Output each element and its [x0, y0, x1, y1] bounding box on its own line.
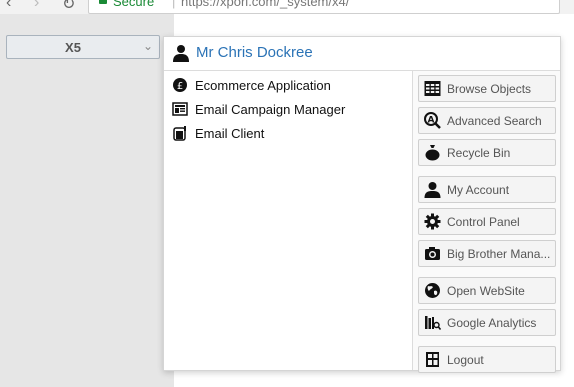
user-name-link[interactable]: Mr Chris Dockree	[196, 44, 313, 61]
browser-toolbar: ‹ › ↻ Secure | https://xpori.com/_system…	[0, 0, 574, 14]
logout-label: Logout	[447, 353, 484, 367]
app-item-label: Ecommerce Application	[195, 78, 331, 93]
recycle-bin-button[interactable]: Recycle Bin	[418, 139, 556, 166]
control-panel-button[interactable]: Control Panel	[418, 208, 556, 235]
open-website-button[interactable]: Open WebSite	[418, 277, 556, 304]
logout-button[interactable]: Logout	[418, 346, 556, 373]
browse-objects-label: Browse Objects	[447, 82, 532, 96]
svg-text:£: £	[177, 81, 183, 92]
pound-coin-icon: £	[173, 78, 187, 92]
globe-icon	[425, 283, 440, 298]
app-item-label: Email Campaign Manager	[195, 102, 346, 117]
back-arrow-icon[interactable]: ‹	[6, 0, 11, 12]
secure-label: Secure	[113, 0, 155, 9]
app-selector[interactable]: X5 ⌄	[6, 35, 160, 59]
reload-icon[interactable]: ↻	[62, 0, 75, 14]
url-text: https://xpori.com/_system/x4/	[181, 0, 350, 9]
newsletter-icon	[172, 102, 188, 116]
app-selector-value: X5	[65, 40, 81, 55]
gear-icon	[424, 213, 441, 230]
money-bag-icon	[425, 145, 440, 161]
control-panel-label: Control Panel	[447, 215, 520, 229]
user-icon	[173, 45, 189, 62]
my-account-button[interactable]: My Account	[418, 176, 556, 203]
forward-arrow-icon[interactable]: ›	[34, 0, 39, 12]
svg-text:A: A	[428, 116, 435, 126]
books-magnifier-icon	[425, 316, 441, 331]
open-website-label: Open WebSite	[447, 284, 525, 298]
app-item-ecommerce[interactable]: £ Ecommerce Application	[172, 75, 407, 97]
big-brother-manager-button[interactable]: Big Brother Mana...	[418, 240, 556, 267]
address-separator: |	[172, 0, 176, 9]
advanced-search-label: Advanced Search	[447, 114, 542, 128]
google-analytics-button[interactable]: Google Analytics	[418, 309, 556, 336]
recycle-bin-label: Recycle Bin	[447, 146, 511, 160]
left-pane	[0, 14, 174, 387]
search-a-icon: A	[424, 112, 441, 129]
address-bar[interactable]: Secure | https://xpori.com/_system/x4/	[88, 0, 560, 14]
camera-icon	[425, 247, 440, 260]
user-actions-sidebar: Browse Objects A Advanced Search Recycle…	[412, 71, 560, 373]
app-item-email-campaign[interactable]: Email Campaign Manager	[172, 99, 407, 121]
user-icon	[424, 182, 441, 198]
grid-table-icon	[424, 81, 441, 96]
app-item-email-client[interactable]: Email Client	[172, 123, 407, 145]
browse-objects-button[interactable]: Browse Objects	[418, 75, 556, 102]
lock-icon	[99, 0, 107, 4]
chevron-down-icon: ⌄	[142, 39, 153, 53]
mailbox-icon	[173, 126, 186, 141]
logout-icon	[426, 352, 439, 367]
application-list: £ Ecommerce Application Email Campaign M…	[164, 71, 412, 371]
advanced-search-button[interactable]: A Advanced Search	[418, 107, 556, 134]
my-account-label: My Account	[447, 183, 510, 197]
big-brother-manager-label: Big Brother Mana...	[447, 247, 551, 261]
user-menu-header: Mr Chris Dockree	[164, 37, 560, 71]
user-menu-panel: Mr Chris Dockree £ Ecommerce Application…	[163, 36, 561, 373]
app-item-label: Email Client	[195, 126, 265, 141]
google-analytics-label: Google Analytics	[447, 316, 537, 330]
